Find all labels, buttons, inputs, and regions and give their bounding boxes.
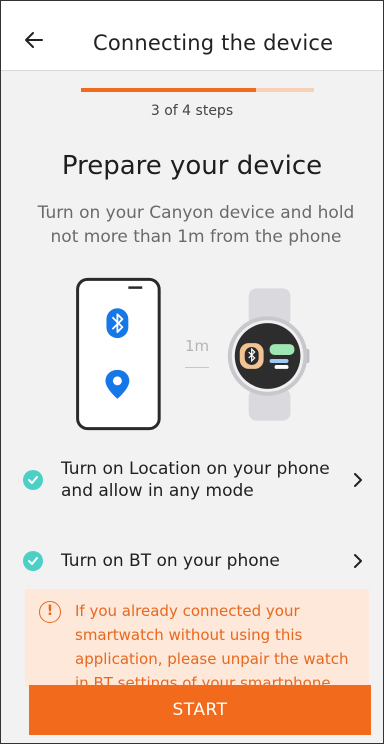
step-item-bluetooth[interactable]: Turn on BT on your phone bbox=[23, 550, 367, 572]
start-button[interactable]: START bbox=[29, 685, 371, 735]
distance-divider bbox=[185, 367, 209, 368]
screen: Connecting the device 3 of 4 steps Prepa… bbox=[0, 0, 384, 744]
chevron-right-icon[interactable] bbox=[349, 471, 367, 489]
section-heading: Prepare your device bbox=[61, 151, 323, 181]
step-item-label: Turn on Location on your phone and allow… bbox=[61, 459, 330, 501]
back-button[interactable] bbox=[19, 25, 49, 55]
step-progress-bar bbox=[81, 88, 314, 92]
smartwatch-image bbox=[227, 288, 310, 421]
warning-box: ! If you already connected your smartwat… bbox=[25, 589, 369, 687]
chevron-right-icon[interactable] bbox=[349, 552, 367, 570]
device-illustration bbox=[76, 277, 310, 431]
app-bar: Connecting the device bbox=[1, 1, 383, 71]
check-icon bbox=[23, 551, 43, 571]
warning-text: If you already connected your smartwatch… bbox=[75, 602, 349, 687]
step-counter: 3 of 4 steps bbox=[150, 103, 234, 119]
step-progress-fill bbox=[81, 88, 256, 92]
bluetooth-icon bbox=[106, 308, 129, 339]
warning-icon: ! bbox=[39, 601, 61, 623]
back-arrow-icon bbox=[25, 32, 43, 48]
distance-label: 1m bbox=[185, 337, 210, 355]
check-icon bbox=[23, 470, 43, 490]
step-item-location[interactable]: Turn on Location on your phone and allow… bbox=[23, 458, 367, 502]
step-item-label: Turn on BT on your phone bbox=[61, 551, 280, 571]
instruction-text: Turn on your Canyon device and hold not … bbox=[37, 203, 355, 247]
phone-image bbox=[76, 277, 161, 431]
page-title: Connecting the device bbox=[93, 31, 334, 55]
